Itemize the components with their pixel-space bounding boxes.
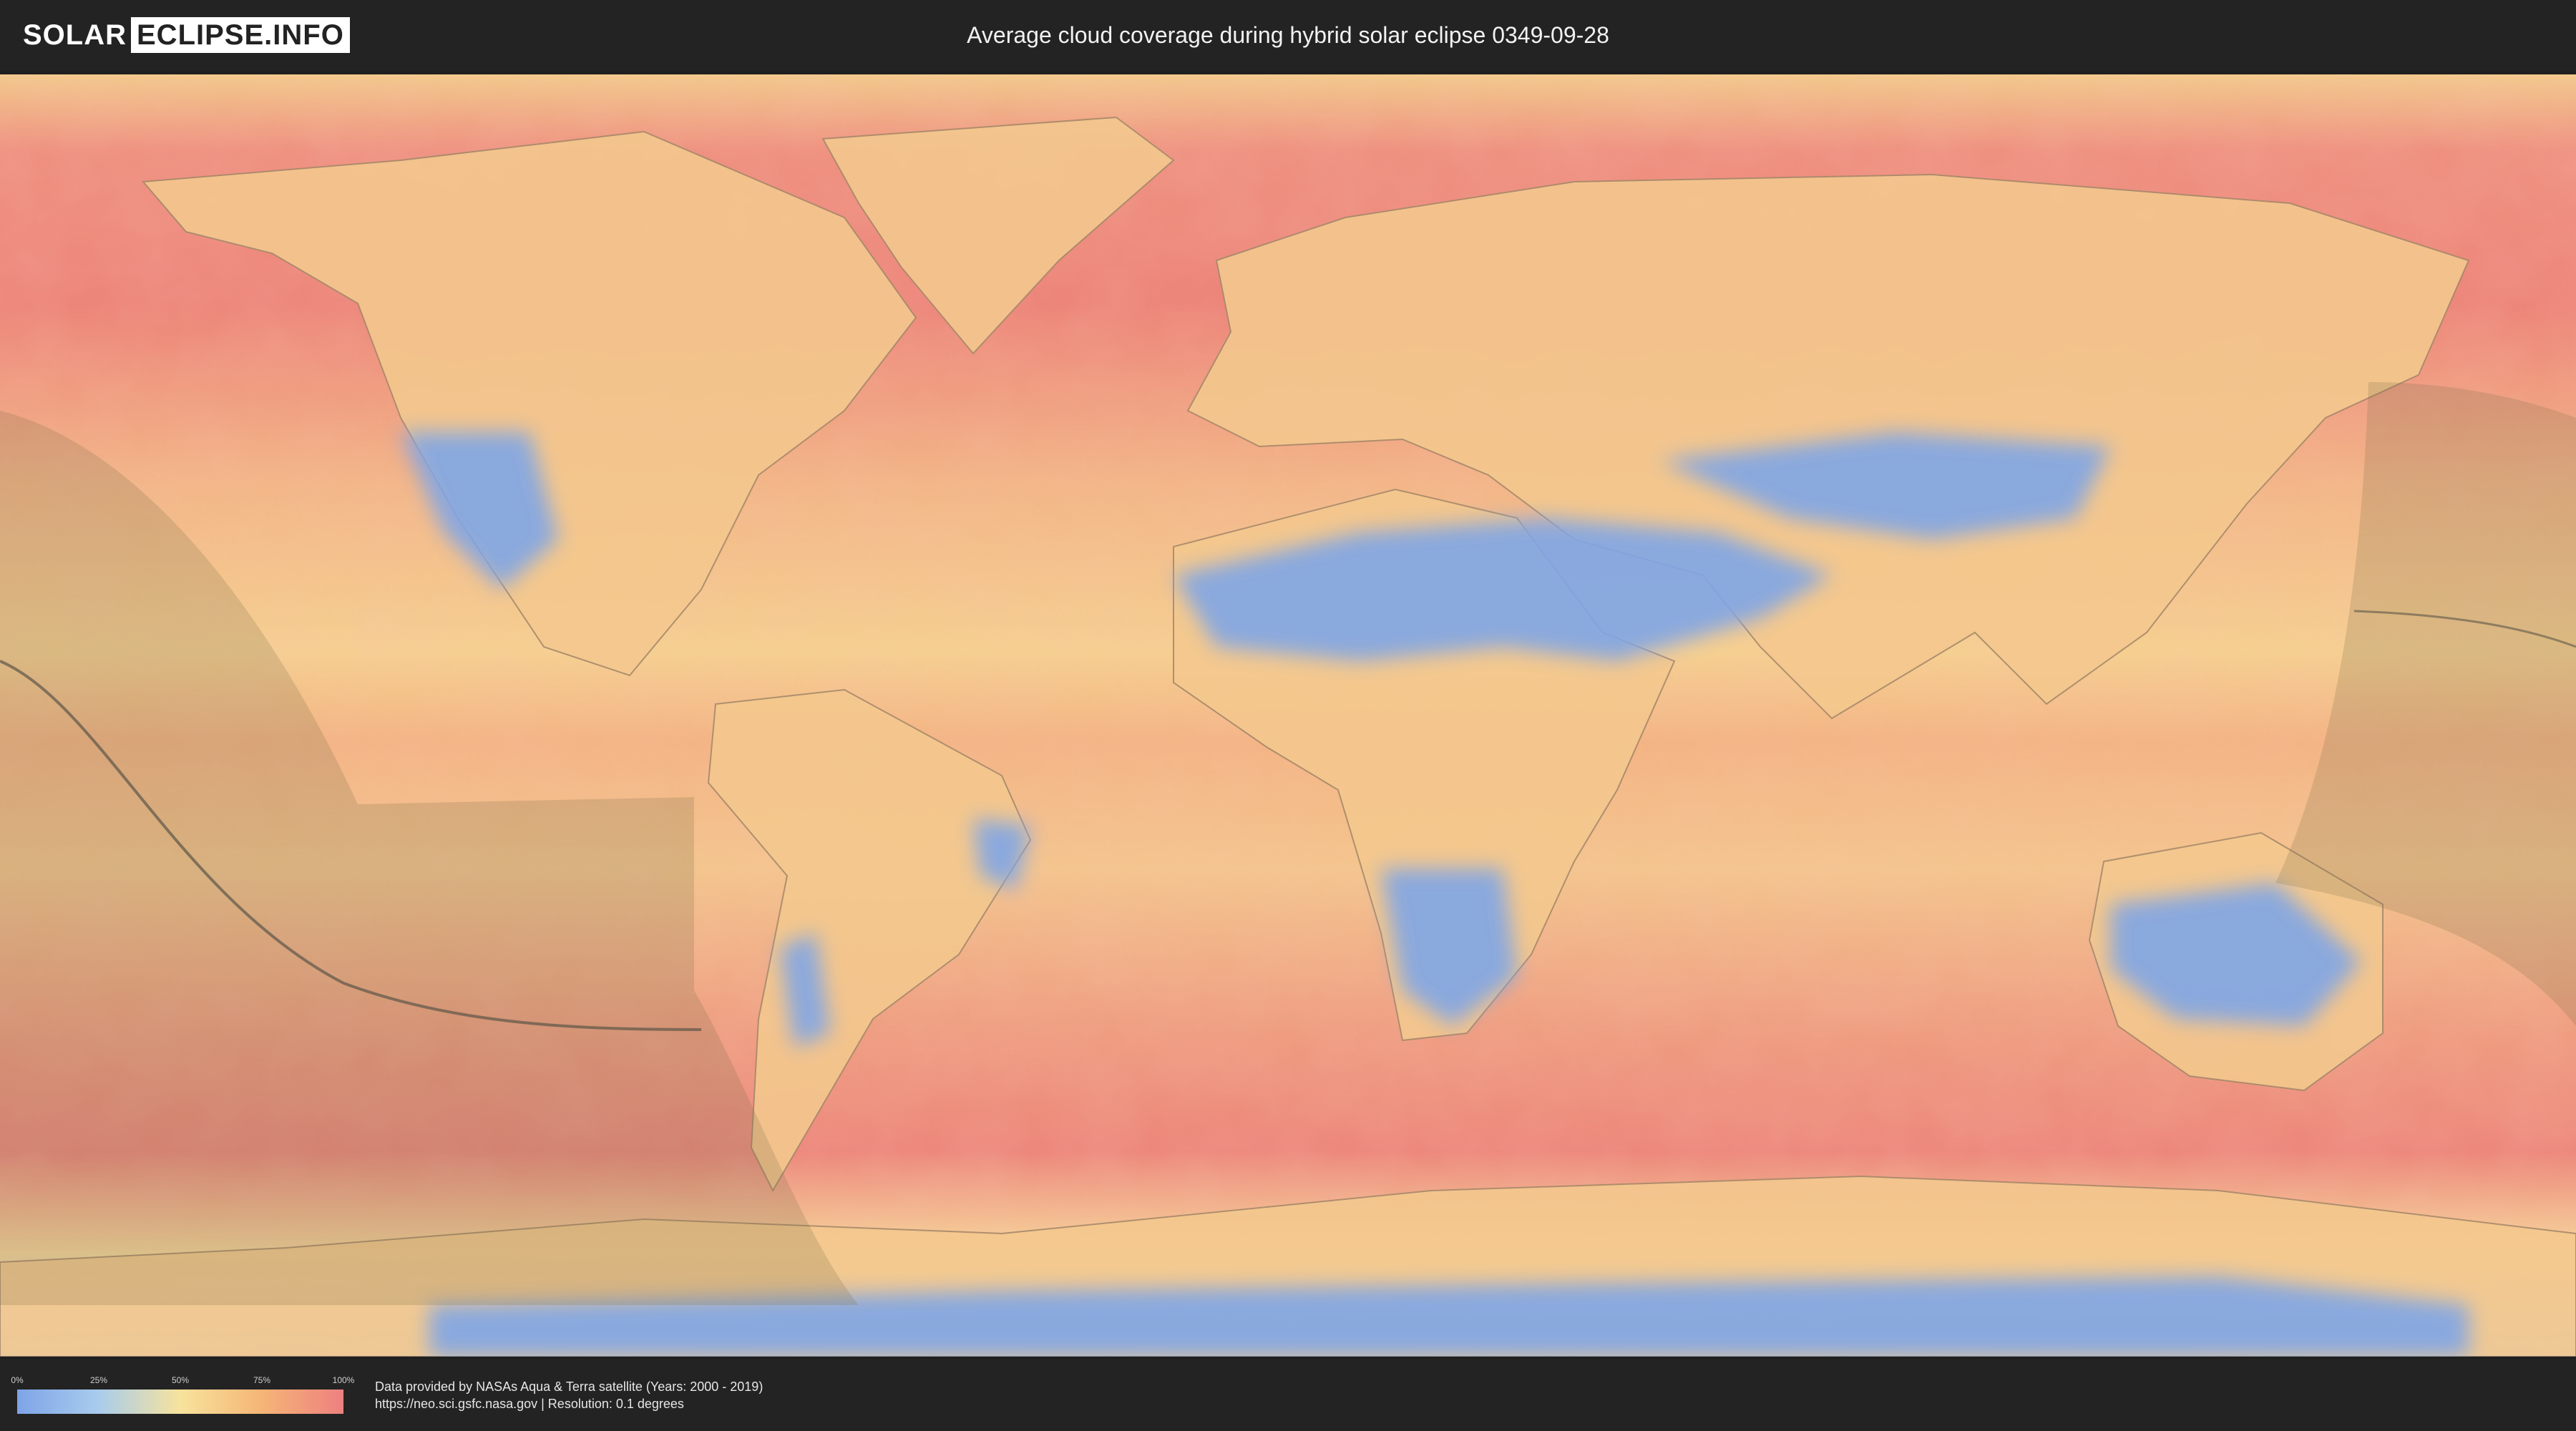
legend-ticks: 0% 25% 50% 75% 100%	[11, 1375, 354, 1387]
legend-color-scale	[17, 1390, 343, 1414]
legend-tick-50: 50%	[171, 1375, 190, 1385]
footer-bar	[0, 1359, 2576, 1431]
page-title: Average cloud coverage during hybrid sol…	[967, 22, 1609, 48]
header-bar: SOLAR ECLIPSE.INFO Average cloud coverag…	[0, 0, 2576, 71]
legend-tick-0: 0%	[11, 1375, 24, 1385]
data-source-link[interactable]: https://neo.sci.gsfc.nasa.gov | Resoluti…	[375, 1397, 684, 1412]
cloud-coverage-map[interactable]	[0, 74, 2576, 1357]
data-credit: Data provided by NASAs Aqua & Terra sate…	[375, 1379, 763, 1394]
legend-tick-25: 25%	[89, 1375, 108, 1385]
legend-tick-75: 75%	[253, 1375, 271, 1385]
legend-tick-100: 100%	[332, 1375, 355, 1385]
